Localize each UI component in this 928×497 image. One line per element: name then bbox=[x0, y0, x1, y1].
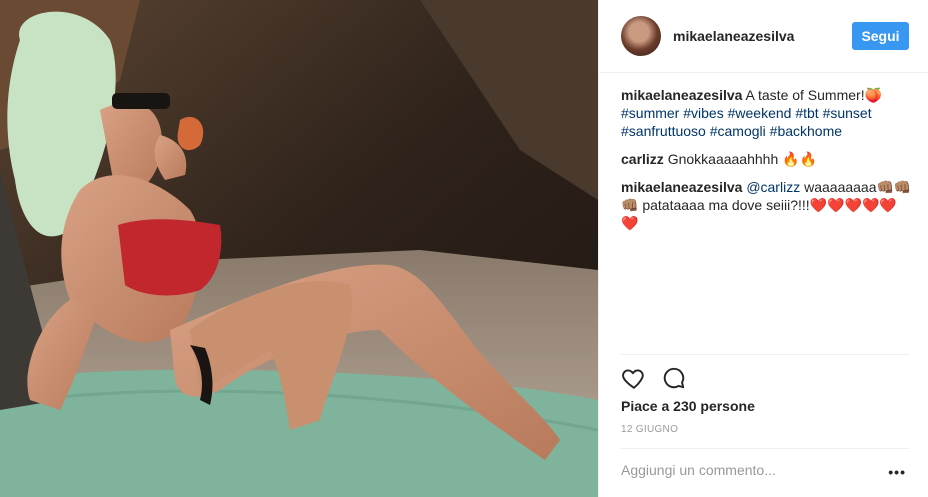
post-sidebar: mikaelaneazesilva Segui mikaelaneazesilv… bbox=[598, 0, 928, 497]
post-card: mikaelaneazesilva Segui mikaelaneazesilv… bbox=[0, 0, 928, 497]
follow-button[interactable]: Segui bbox=[852, 22, 909, 50]
comment-username[interactable]: carlizz bbox=[621, 151, 664, 167]
hashtag-link[interactable]: #sunset bbox=[823, 105, 872, 121]
comment-input[interactable] bbox=[621, 458, 871, 482]
comment: mikaelaneazesilva A taste of Summer!🍑 #s… bbox=[621, 86, 912, 140]
hashtag-link[interactable]: #backhome bbox=[770, 123, 842, 139]
post-header: mikaelaneazesilva Segui bbox=[599, 0, 928, 73]
divider bbox=[621, 354, 909, 355]
divider bbox=[621, 448, 909, 449]
comments-list: mikaelaneazesilva A taste of Summer!🍑 #s… bbox=[621, 86, 912, 242]
comment-username[interactable]: mikaelaneazesilva bbox=[621, 179, 742, 195]
avatar[interactable] bbox=[621, 16, 661, 56]
comment-text: A taste of Summer!🍑 bbox=[745, 87, 883, 103]
comment-tags: #summer #vibes #weekend #tbt #sunset #sa… bbox=[621, 105, 872, 139]
username[interactable]: mikaelaneazesilva bbox=[673, 28, 852, 44]
mention-link[interactable]: @carlizz bbox=[746, 179, 800, 195]
likes-count[interactable]: Piace a 230 persone bbox=[621, 398, 755, 414]
heart-icon[interactable] bbox=[621, 365, 647, 391]
comment-text: Gnokkaaaaahhhh 🔥🔥 bbox=[667, 151, 817, 167]
hashtag-link[interactable]: #camogli bbox=[710, 123, 766, 139]
post-actions bbox=[621, 365, 687, 391]
hashtag-link[interactable]: #vibes bbox=[683, 105, 723, 121]
hashtag-link[interactable]: #summer bbox=[621, 105, 679, 121]
post-date: 12 GIUGNO bbox=[621, 424, 679, 435]
hashtag-link[interactable]: #sanfruttuoso bbox=[621, 123, 706, 139]
photo-illustration bbox=[0, 0, 598, 497]
hashtag-link[interactable]: #tbt bbox=[795, 105, 818, 121]
comment-bubble-icon[interactable] bbox=[661, 365, 687, 391]
hashtag-link[interactable]: #weekend bbox=[728, 105, 792, 121]
comment-username[interactable]: mikaelaneazesilva bbox=[621, 87, 742, 103]
more-options-icon[interactable]: ••• bbox=[888, 464, 906, 480]
comment: carlizz Gnokkaaaaahhhh 🔥🔥 bbox=[621, 150, 912, 168]
comment: mikaelaneazesilva @carlizz waaaaaaaa👊🏽👊🏽… bbox=[621, 178, 912, 232]
post-photo[interactable] bbox=[0, 0, 598, 497]
